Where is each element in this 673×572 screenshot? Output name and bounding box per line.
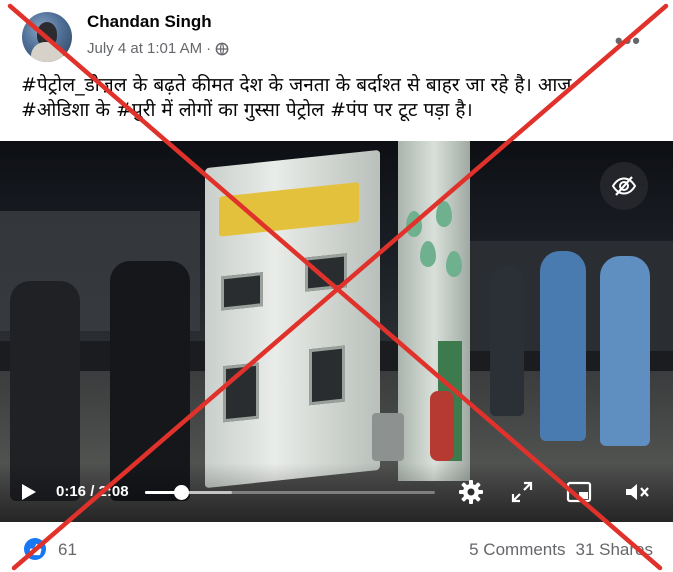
fuel-dispenser [205,149,380,489]
avatar[interactable] [22,12,72,62]
video-player[interactable]: 0:16 / 2:08 [0,141,673,522]
person [490,266,524,416]
post-text-line-1: #पेट्रोल_डीज़ल के बढ़ते कीमत देश के जनता… [21,74,572,96]
play-icon [22,484,36,500]
avatar-figure-body [31,42,63,62]
video-controls: 0:16 / 2:08 [0,463,673,522]
fire-extinguisher [430,391,454,461]
picture-in-picture-icon [566,481,592,503]
globe-icon [215,42,229,55]
like-reaction-badge[interactable] [24,538,46,560]
post-timestamp[interactable]: July 4 at 1:01 AM [87,40,202,57]
post-text: #पेट्रोल_डीज़ल के बढ़ते कीमत देश के जनता… [21,73,651,123]
meta-separator: · [206,40,212,57]
thumbs-up-icon [29,543,41,555]
play-button[interactable] [14,478,42,506]
settings-button[interactable] [456,477,486,507]
settings-gear-icon [459,480,483,504]
post-footer: 61 5 Comments 31 Shares [0,522,673,572]
comments-count-link[interactable]: 5 Comments [469,540,565,560]
video-progress-handle[interactable] [174,485,190,500]
fullscreen-button[interactable] [507,477,537,507]
like-count[interactable]: 61 [58,540,77,560]
author-name[interactable]: Chandan Singh [87,12,212,32]
mute-button[interactable] [622,477,652,507]
person [600,256,650,446]
visibility-off-icon [611,176,637,196]
video-time: 0:16 / 2:08 [56,483,129,500]
fuel-can [372,413,404,461]
post-meta: July 4 at 1:01 AM · [87,40,229,57]
visibility-toggle-button[interactable] [600,162,648,210]
video-progress-bar[interactable] [145,485,435,500]
person [540,251,586,441]
post-header: Chandan Singh July 4 at 1:01 AM · ••• [0,0,673,70]
pip-button[interactable] [564,477,594,507]
engagement-counts: 5 Comments 31 Shares [469,540,653,560]
more-options-button[interactable]: ••• [615,28,641,54]
fullscreen-icon [511,481,533,503]
shares-count-link[interactable]: 31 Shares [576,540,654,560]
mute-icon [626,484,649,500]
post-text-line-2: #ओडिशा के #पुरी में लोगों का गुस्सा पेट्… [21,99,473,121]
